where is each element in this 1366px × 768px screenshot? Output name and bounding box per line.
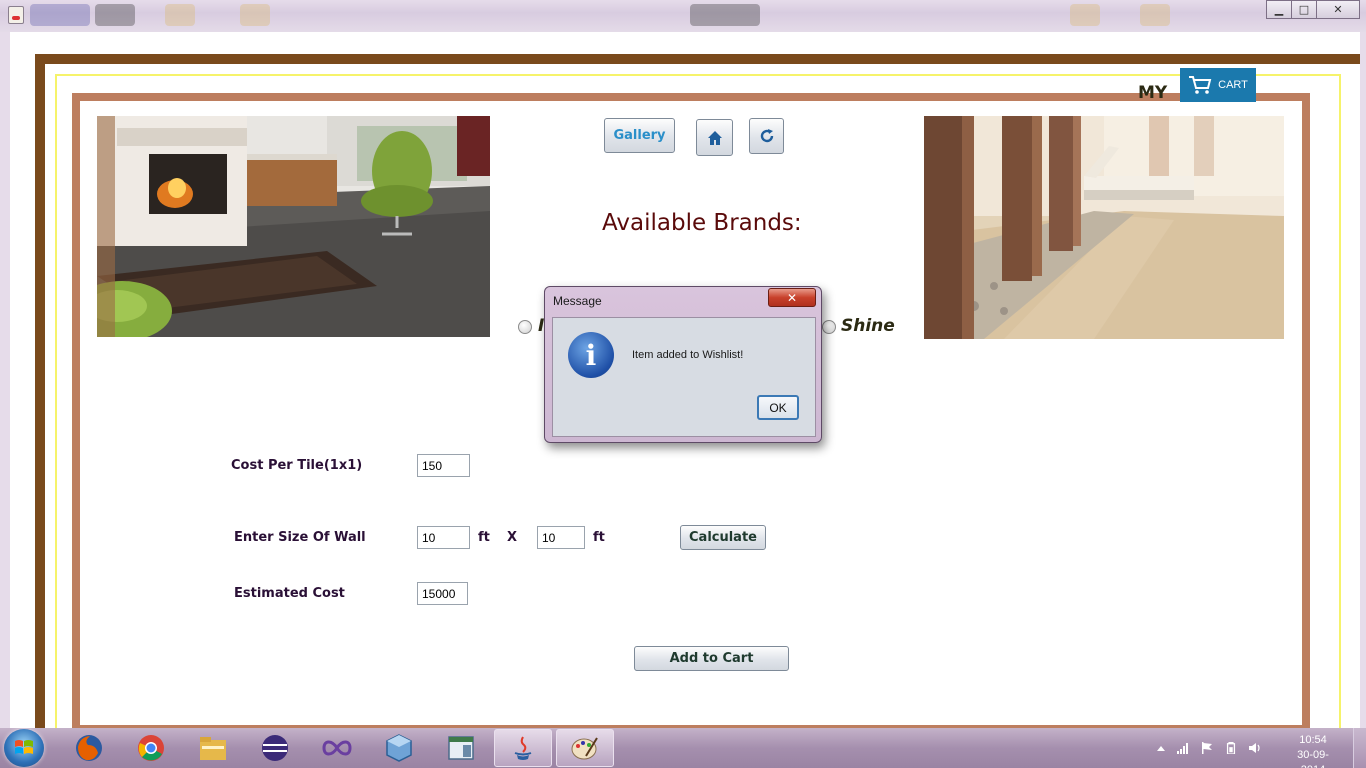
window-titlebar: ▁ □ ✕ bbox=[0, 0, 1366, 32]
add-to-cart-button[interactable]: Add to Cart bbox=[634, 646, 789, 671]
wall-width-field[interactable]: 10 bbox=[417, 526, 470, 549]
window-app-icon bbox=[448, 736, 474, 760]
titlebar-decoration bbox=[95, 4, 135, 26]
dialog-title: Message bbox=[553, 294, 602, 308]
titlebar-decoration bbox=[1070, 4, 1100, 26]
interior-photo-left bbox=[97, 116, 490, 337]
brand-radio-1[interactable] bbox=[518, 320, 532, 334]
wall-size-label: Enter Size Of Wall bbox=[234, 530, 366, 545]
refresh-button[interactable] bbox=[749, 118, 784, 154]
message-dialog: Message ✕ i Item added to Wishlist! OK bbox=[544, 286, 822, 443]
volume-icon[interactable] bbox=[1248, 742, 1262, 754]
minimize-button[interactable]: ▁ bbox=[1266, 0, 1292, 19]
paint-icon bbox=[571, 737, 598, 760]
cost-per-tile-field[interactable]: 150 bbox=[417, 454, 470, 477]
taskbar-visual-studio[interactable] bbox=[308, 729, 366, 767]
network-signal-icon[interactable] bbox=[1176, 742, 1190, 754]
titlebar-decoration bbox=[690, 4, 760, 26]
titlebar-decoration bbox=[1140, 4, 1170, 26]
titlebar-decoration bbox=[240, 4, 270, 26]
interior-photo-right bbox=[924, 116, 1284, 339]
brand-label-shine: Shine bbox=[841, 316, 895, 336]
dialog-message: Item added to Wishlist! bbox=[632, 349, 744, 361]
estimated-cost-field[interactable]: 15000 bbox=[417, 582, 468, 605]
taskbar-virtualbox[interactable] bbox=[370, 729, 428, 767]
my-label: MY bbox=[1138, 83, 1168, 103]
taskbar-eclipse[interactable] bbox=[246, 729, 304, 767]
show-hidden-icons-icon[interactable] bbox=[1154, 742, 1168, 754]
infinity-icon bbox=[322, 740, 352, 756]
window-frame-right bbox=[1360, 32, 1366, 728]
titlebar-decoration bbox=[30, 4, 90, 26]
estimated-cost-label: Estimated Cost bbox=[234, 586, 345, 601]
taskbar-java-app[interactable] bbox=[494, 729, 552, 767]
clock-time: 10:54 bbox=[1299, 734, 1327, 746]
show-desktop-button[interactable] bbox=[1353, 728, 1366, 768]
system-clock[interactable]: 10:54 30-09-2014 bbox=[1286, 733, 1340, 768]
taskbar-window-app[interactable] bbox=[432, 729, 490, 767]
refresh-icon bbox=[760, 129, 773, 143]
home-icon bbox=[707, 130, 722, 145]
window-controls: ▁ □ ✕ bbox=[1266, 0, 1360, 19]
gallery-button[interactable]: Gallery bbox=[604, 118, 675, 153]
dialog-body: i Item added to Wishlist! OK bbox=[552, 317, 816, 437]
brand-radio-shine[interactable] bbox=[822, 320, 836, 334]
cube-icon bbox=[386, 734, 412, 762]
calculate-button[interactable]: Calculate bbox=[680, 525, 766, 550]
times-label: X bbox=[507, 530, 518, 545]
width-unit-label: ft bbox=[478, 530, 490, 545]
firefox-icon bbox=[76, 735, 102, 761]
cart-label: CART bbox=[1218, 79, 1248, 91]
battery-icon[interactable] bbox=[1226, 742, 1236, 754]
clock-date: 30-09-2014 bbox=[1297, 749, 1329, 768]
wall-height-field[interactable]: 10 bbox=[537, 526, 585, 549]
info-icon: i bbox=[568, 332, 614, 378]
ok-button[interactable]: OK bbox=[757, 395, 799, 420]
eclipse-icon bbox=[262, 735, 288, 761]
start-button[interactable] bbox=[4, 729, 44, 767]
windows-logo-icon bbox=[15, 740, 33, 754]
window-frame-left bbox=[0, 32, 10, 728]
dialog-close-button[interactable]: ✕ bbox=[768, 288, 816, 307]
chrome-icon bbox=[138, 735, 164, 761]
available-brands-heading: Available Brands: bbox=[602, 210, 802, 236]
close-button[interactable]: ✕ bbox=[1316, 0, 1360, 19]
java-app-icon bbox=[8, 6, 24, 24]
cart-icon bbox=[1189, 76, 1212, 94]
height-unit-label: ft bbox=[593, 530, 605, 545]
action-center-flag-icon[interactable] bbox=[1200, 742, 1214, 754]
taskbar: 10:54 30-09-2014 bbox=[0, 728, 1366, 768]
cost-per-tile-label: Cost Per Tile(1x1) bbox=[231, 458, 363, 473]
titlebar-decoration bbox=[165, 4, 195, 26]
taskbar-firefox[interactable] bbox=[60, 729, 118, 767]
taskbar-explorer[interactable] bbox=[184, 729, 242, 767]
cart-button[interactable]: CART bbox=[1180, 68, 1256, 102]
folder-icon bbox=[200, 737, 226, 760]
taskbar-paint[interactable] bbox=[556, 729, 614, 767]
java-icon bbox=[514, 736, 532, 760]
maximize-button[interactable]: □ bbox=[1291, 0, 1317, 19]
home-button[interactable] bbox=[696, 119, 733, 156]
taskbar-chrome[interactable] bbox=[122, 729, 180, 767]
